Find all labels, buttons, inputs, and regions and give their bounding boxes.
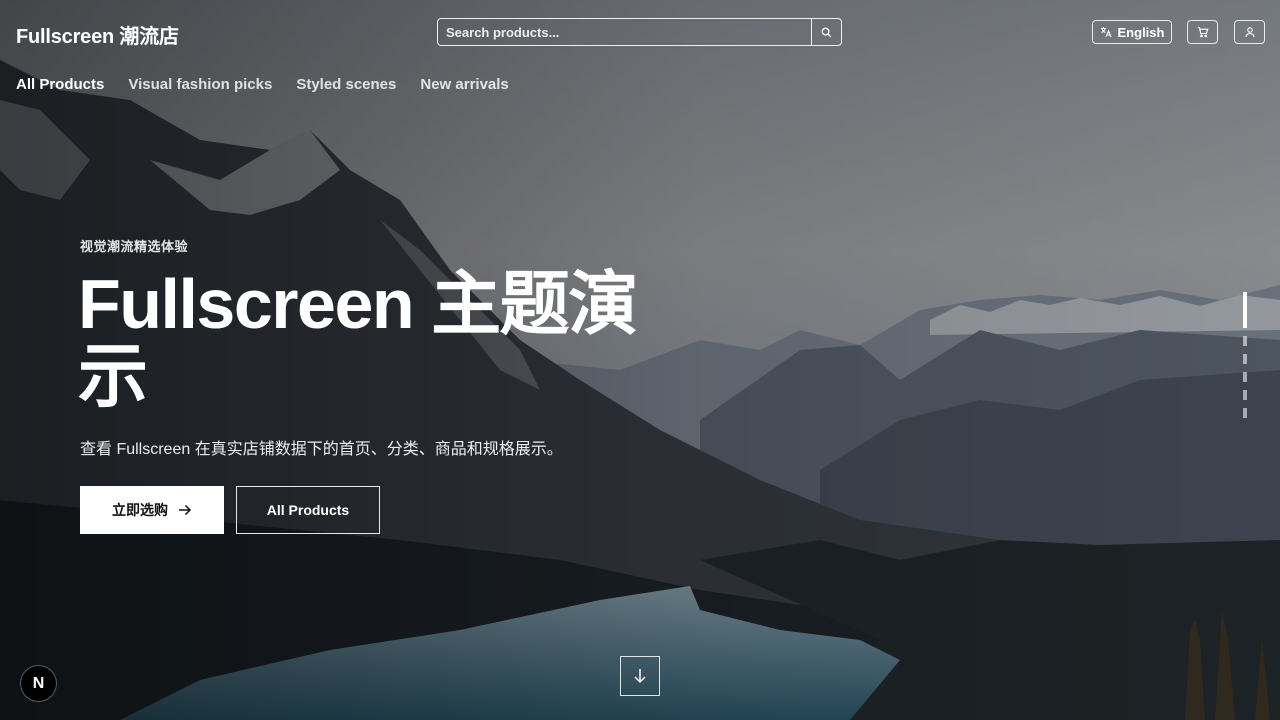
slide-indicator[interactable] [1243, 354, 1247, 364]
cart-icon [1197, 26, 1208, 38]
nav-item-visual-fashion-picks[interactable]: Visual fashion picks [128, 76, 272, 93]
arrow-right-icon [179, 504, 192, 516]
slide-indicators [1243, 292, 1248, 426]
hero-title: Fullscreen 主题演示 [78, 265, 638, 415]
language-switcher[interactable]: English [1092, 20, 1172, 44]
language-label: English [1117, 24, 1165, 40]
account-button[interactable] [1234, 20, 1265, 44]
shop-now-button[interactable]: 立即选购 [80, 486, 224, 534]
all-products-button[interactable]: All Products [236, 486, 380, 534]
slide-indicator[interactable] [1243, 408, 1247, 418]
slide-indicator[interactable] [1243, 372, 1247, 382]
slide-indicator-active[interactable] [1243, 292, 1247, 328]
search-bar [437, 18, 842, 46]
search-input[interactable] [438, 19, 811, 45]
store-logo[interactable]: Fullscreen 潮流店 [16, 20, 179, 49]
nav-item-all-products[interactable]: All Products [16, 76, 104, 93]
slide-indicator[interactable] [1243, 336, 1247, 346]
scroll-down-button[interactable] [620, 656, 660, 696]
shop-now-label: 立即选购 [112, 502, 168, 518]
hero-eyebrow: 视觉潮流精选体验 [80, 239, 189, 254]
arrow-down-icon [634, 669, 646, 684]
dev-tools-badge[interactable]: N [20, 665, 57, 702]
user-icon [1244, 27, 1255, 38]
cart-button[interactable] [1187, 20, 1218, 44]
search-icon [821, 27, 832, 37]
slide-indicator[interactable] [1243, 390, 1247, 400]
translate-icon [1100, 27, 1112, 38]
hero-subtitle: 查看 Fullscreen 在真实店铺数据下的首页、分类、商品和规格展示。 [80, 441, 563, 458]
nav-item-styled-scenes[interactable]: Styled scenes [296, 76, 396, 93]
nav-item-new-arrivals[interactable]: New arrivals [420, 76, 508, 93]
main-navigation: All Products Visual fashion picks Styled… [16, 76, 509, 93]
search-button[interactable] [811, 19, 841, 45]
